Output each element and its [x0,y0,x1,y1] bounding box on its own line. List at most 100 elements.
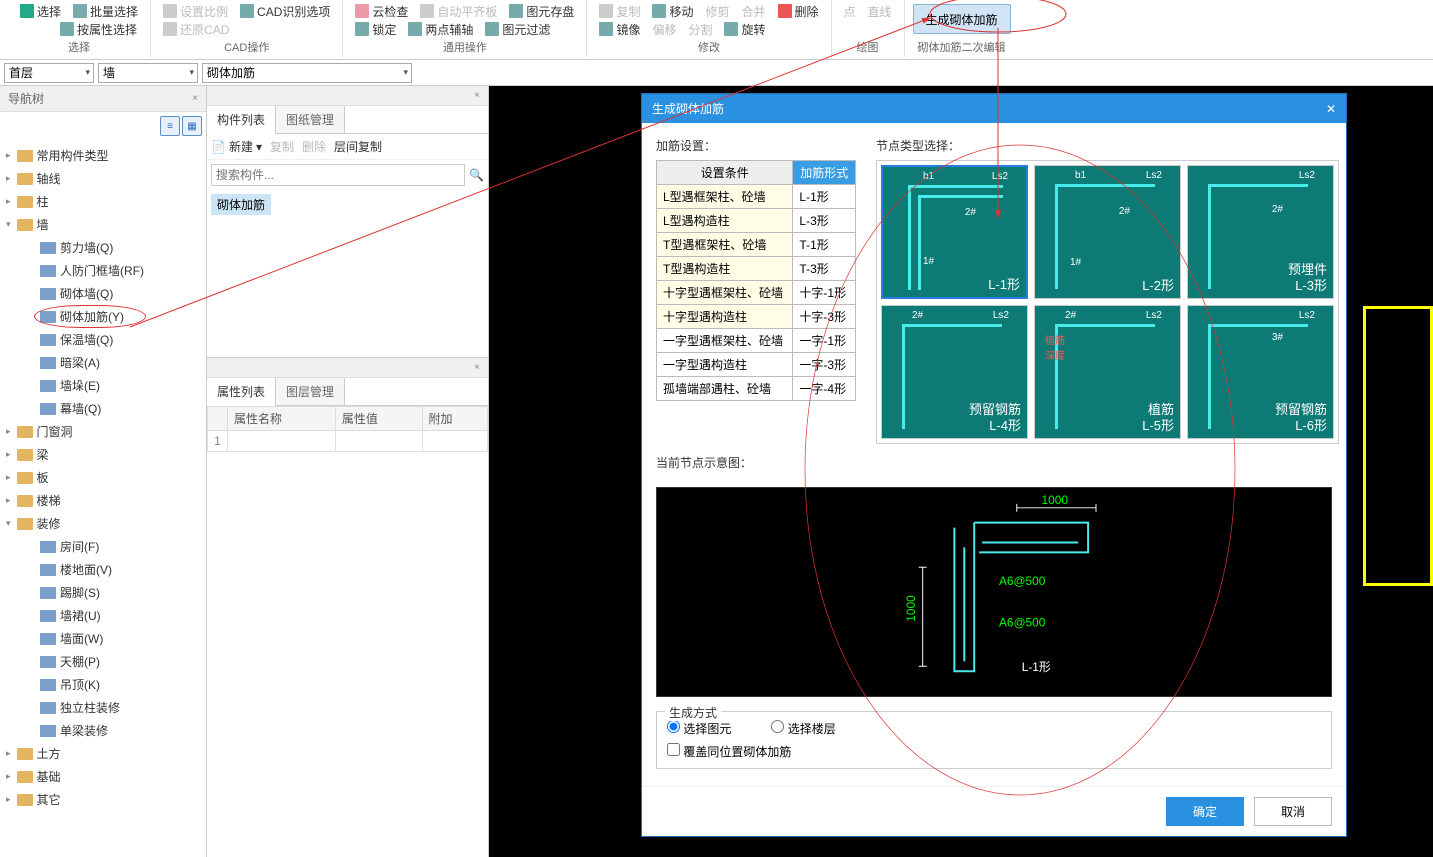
dialog-title-bar[interactable]: 生成砌体加筋 ✕ [642,94,1346,123]
tree-view-grid-icon[interactable]: ▦ [182,116,202,136]
nav-earth[interactable]: 土方 [0,742,206,765]
nav-masonry-reinforce[interactable]: 砌体加筋(Y) [0,305,206,328]
cfg-cell[interactable]: 一字-4形 [793,377,856,401]
card-label: L-3形 [1295,275,1327,294]
store-button[interactable]: 图元存盘 [505,2,578,20]
select-button[interactable]: 选择 [16,2,65,20]
card-l2[interactable]: b1Ls2 2#1# L-2形 [1034,165,1181,299]
tab-layer-mgmt[interactable]: 图层管理 [276,378,345,405]
nav-insulation[interactable]: 保温墙(Q) [0,328,206,351]
generate-masonry-button[interactable]: 生成砌体加筋 [913,4,1011,34]
cloud-check-button[interactable]: 云检查 [351,2,412,20]
nav-shear-wall[interactable]: 剪力墙(Q) [0,236,206,259]
card-l3[interactable]: Ls22# 预埋件 L-3形 [1187,165,1334,299]
radio-select-floor[interactable]: 选择楼层 [771,720,835,737]
cfg-cell[interactable]: L-3形 [793,209,856,233]
mirror-button[interactable]: 镜像 [595,20,644,38]
nav-wainscot[interactable]: 墙裙(U) [0,604,206,627]
cfg-cell[interactable]: L型遇构造柱 [657,209,793,233]
nav-other[interactable]: 其它 [0,788,206,811]
floor-copy-button[interactable]: 层间复制 [334,138,382,155]
nav-masonry-wall[interactable]: 砌体墙(Q) [0,282,206,305]
cfg-cell[interactable]: 十字-3形 [793,305,856,329]
cad-option-button[interactable]: CAD识别选项 [236,2,334,20]
nav-single-beam[interactable]: 单梁装修 [0,719,206,742]
tree-view-list-icon[interactable]: ≡ [160,116,180,136]
cancel-button[interactable]: 取消 [1254,797,1332,826]
cfg-cell[interactable]: L-1形 [793,185,856,209]
preview-canvas: 1000 1000 A6@500 A6@500 L-1形 [656,487,1332,697]
search-input[interactable] [211,164,465,186]
cfg-cell[interactable]: 一字-3形 [793,353,856,377]
mid-close-icon[interactable]: × [474,90,480,101]
rotate-button[interactable]: 旋转 [720,20,769,38]
nav-col-finish[interactable]: 独立柱装修 [0,696,206,719]
cfg-cell[interactable]: L型遇框架柱、砼墙 [657,185,793,209]
floor-combo[interactable]: 首层 [4,63,94,83]
nav-axis[interactable]: 轴线 [0,167,206,190]
cfg-cell[interactable]: 一字型遇框架柱、砼墙 [657,329,793,353]
nav-curtain[interactable]: 幕墙(Q) [0,397,206,420]
nav-column[interactable]: 柱 [0,190,206,213]
nav-skirt[interactable]: 踢脚(S) [0,581,206,604]
nav-door-frame[interactable]: 人防门框墙(RF) [0,259,206,282]
category-combo[interactable]: 墙 [98,63,198,83]
lock-button[interactable]: 锁定 [351,20,400,38]
prop-cell[interactable] [335,431,422,452]
list-item[interactable]: 砌体加筋 [211,194,271,215]
nav-stair[interactable]: 楼梯 [0,489,206,512]
prop-cell[interactable] [422,431,487,452]
dialog-close-icon[interactable]: ✕ [1326,102,1336,116]
nav-opening[interactable]: 门窗洞 [0,420,206,443]
th-condition: 设置条件 [657,161,793,185]
auto-balance-button: 自动平齐板 [416,2,501,20]
nav-wall-stack[interactable]: 墙垛(E) [0,374,206,397]
offset-button: 偏移 [648,20,680,38]
card-l6[interactable]: Ls23# 预留钢筋 L-6形 [1187,305,1334,439]
by-prop-select-button[interactable]: 按属性选择 [56,20,141,38]
card-l5[interactable]: 2#Ls2 植筋深度 植筋 L-5形 [1034,305,1181,439]
nav-finish[interactable]: 装修 [0,512,206,535]
two-axis-button[interactable]: 两点辅轴 [404,20,477,38]
cfg-cell[interactable]: 十字型遇框架柱、砼墙 [657,281,793,305]
check-overwrite[interactable]: 覆盖同位置砌体加筋 [667,745,791,759]
move-button[interactable]: 移动 [648,2,697,20]
radio-select-elem[interactable]: 选择图元 [667,720,731,737]
prop-cell[interactable] [228,431,336,452]
cfg-cell[interactable]: T型遇框架柱、砼墙 [657,233,793,257]
modify-group-label: 修改 [595,39,822,55]
batch-select-button[interactable]: 批量选择 [69,2,142,20]
tab-prop-list[interactable]: 属性列表 [207,378,276,406]
ok-button[interactable]: 确定 [1166,797,1244,826]
cfg-cell[interactable]: 一字型遇构造柱 [657,353,793,377]
new-button[interactable]: 📄 新建 ▾ [211,138,262,155]
tab-component-list[interactable]: 构件列表 [207,106,276,134]
nav-suspended[interactable]: 吊顶(K) [0,673,206,696]
nav-common[interactable]: 常用构件类型 [0,144,206,167]
cfg-cell[interactable]: T-3形 [793,257,856,281]
delete-button[interactable]: 删除 [774,2,823,20]
cfg-cell[interactable]: 孤墙端部遇柱、砼墙 [657,377,793,401]
type-combo[interactable]: 砌体加筋 [202,63,412,83]
nav-dark-beam[interactable]: 暗梁(A) [0,351,206,374]
nav-wall-face[interactable]: 墙面(W) [0,627,206,650]
cfg-cell[interactable]: 十字型遇构造柱 [657,305,793,329]
cfg-cell[interactable]: 十字-1形 [793,281,856,305]
cfg-cell[interactable]: T型遇构造柱 [657,257,793,281]
nav-beam[interactable]: 梁 [0,443,206,466]
nav-floor-area[interactable]: 楼地面(V) [0,558,206,581]
card-l1[interactable]: b1Ls2 2#1# L-1形 [881,165,1028,299]
nav-wall[interactable]: 墙 [0,213,206,236]
prop-close-icon[interactable]: × [474,362,480,373]
card-l4[interactable]: 2#Ls2 预留钢筋 L-4形 [881,305,1028,439]
nav-ceiling[interactable]: 天棚(P) [0,650,206,673]
filter-button[interactable]: 图元过滤 [481,20,554,38]
cfg-cell[interactable]: T-1形 [793,233,856,257]
cfg-cell[interactable]: 一字-1形 [793,329,856,353]
tab-drawing-mgmt[interactable]: 图纸管理 [276,106,345,133]
nav-slab[interactable]: 板 [0,466,206,489]
nav-room[interactable]: 房间(F) [0,535,206,558]
search-icon[interactable]: 🔍 [469,164,484,186]
nav-close-icon[interactable]: × [192,93,198,104]
nav-found[interactable]: 基础 [0,765,206,788]
